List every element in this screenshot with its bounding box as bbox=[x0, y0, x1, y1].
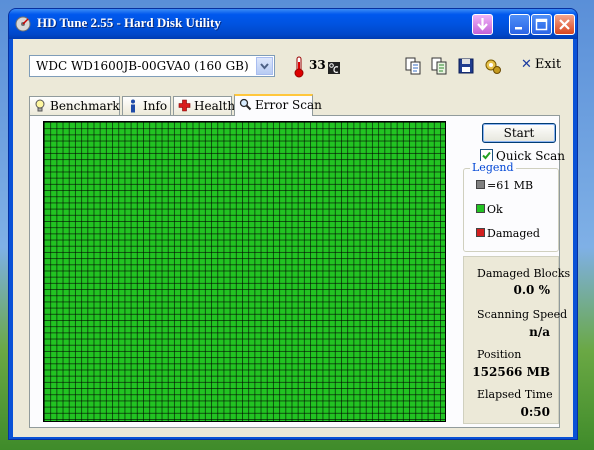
app-icon[interactable] bbox=[15, 16, 31, 32]
save-icon[interactable] bbox=[456, 56, 476, 76]
tab-health-label: Health bbox=[194, 99, 236, 113]
client-area: WDC WD1600JB-00GVA0 (160 GB) 33 ✕ Exit B… bbox=[13, 39, 573, 437]
legend-block-size: =61 MB bbox=[476, 179, 533, 192]
exit-label: Exit bbox=[534, 57, 562, 72]
tab-benchmark-label: Benchmark bbox=[50, 99, 120, 113]
tab-error-scan-label: Error Scan bbox=[255, 98, 322, 112]
elapsed-time-label: Elapsed Time bbox=[477, 388, 553, 401]
legend-ok-label: Ok bbox=[487, 203, 503, 216]
exit-button[interactable]: ✕ Exit bbox=[521, 57, 561, 77]
drive-select[interactable]: WDC WD1600JB-00GVA0 (160 GB) bbox=[29, 55, 275, 77]
legend-damaged-label: Damaged bbox=[487, 227, 540, 240]
damaged-blocks-value: 0.0 % bbox=[513, 283, 550, 297]
download-arrow-button[interactable] bbox=[472, 14, 493, 35]
temperature-value: 33 bbox=[309, 58, 326, 72]
position-value: 152566 MB bbox=[472, 365, 550, 379]
ok-swatch bbox=[476, 204, 485, 213]
scanning-speed-label: Scanning Speed bbox=[477, 308, 568, 321]
position-label: Position bbox=[477, 348, 522, 361]
maximize-button[interactable] bbox=[531, 14, 552, 35]
thermometer-icon bbox=[293, 56, 305, 82]
tab-info[interactable]: Info bbox=[122, 96, 171, 115]
chevron-down-icon[interactable] bbox=[256, 57, 273, 75]
tab-error-scan[interactable]: Error Scan bbox=[234, 94, 322, 116]
error-scan-panel: Start Quick Scan Legend =61 MB Ok Damage… bbox=[29, 115, 570, 428]
damaged-blocks-label: Damaged Blocks bbox=[477, 267, 571, 280]
legend-box: Legend =61 MB Ok Damaged bbox=[463, 161, 559, 252]
copy-icon[interactable] bbox=[403, 56, 423, 76]
scan-block-map bbox=[43, 121, 446, 422]
window-title: HD Tune 2.55 - Hard Disk Utility bbox=[37, 15, 221, 30]
exit-icon: ✕ bbox=[521, 57, 532, 72]
damaged-swatch bbox=[476, 228, 485, 237]
magnifier-icon bbox=[239, 98, 252, 116]
title-bar[interactable]: HD Tune 2.55 - Hard Disk Utility bbox=[9, 9, 577, 39]
app-window: HD Tune 2.55 - Hard Disk Utility WDC WD1… bbox=[8, 8, 578, 440]
options-icon[interactable] bbox=[483, 56, 503, 76]
legend-damaged: Damaged bbox=[476, 227, 540, 240]
copy-all-icon[interactable] bbox=[429, 56, 449, 76]
scan-stats-box: Damaged Blocks 0.0 % Scanning Speed n/a … bbox=[463, 256, 570, 424]
block-unit-swatch bbox=[476, 180, 485, 189]
elapsed-time-value: 0:50 bbox=[520, 405, 550, 419]
legend-block-size-label: =61 MB bbox=[487, 179, 534, 192]
close-button[interactable] bbox=[554, 14, 575, 35]
start-button[interactable]: Start bbox=[482, 123, 556, 143]
legend-ok: Ok bbox=[476, 203, 503, 216]
scanning-speed-value: n/a bbox=[529, 325, 550, 339]
legend-title: Legend bbox=[470, 161, 516, 174]
drive-select-value: WDC WD1600JB-00GVA0 (160 GB) bbox=[36, 59, 249, 73]
tab-health[interactable]: Health bbox=[173, 96, 236, 115]
minimize-button[interactable] bbox=[509, 14, 530, 35]
tab-benchmark[interactable]: Benchmark bbox=[29, 96, 120, 115]
tab-info-label: Info bbox=[143, 99, 168, 113]
temperature-unit-icon bbox=[327, 60, 341, 79]
